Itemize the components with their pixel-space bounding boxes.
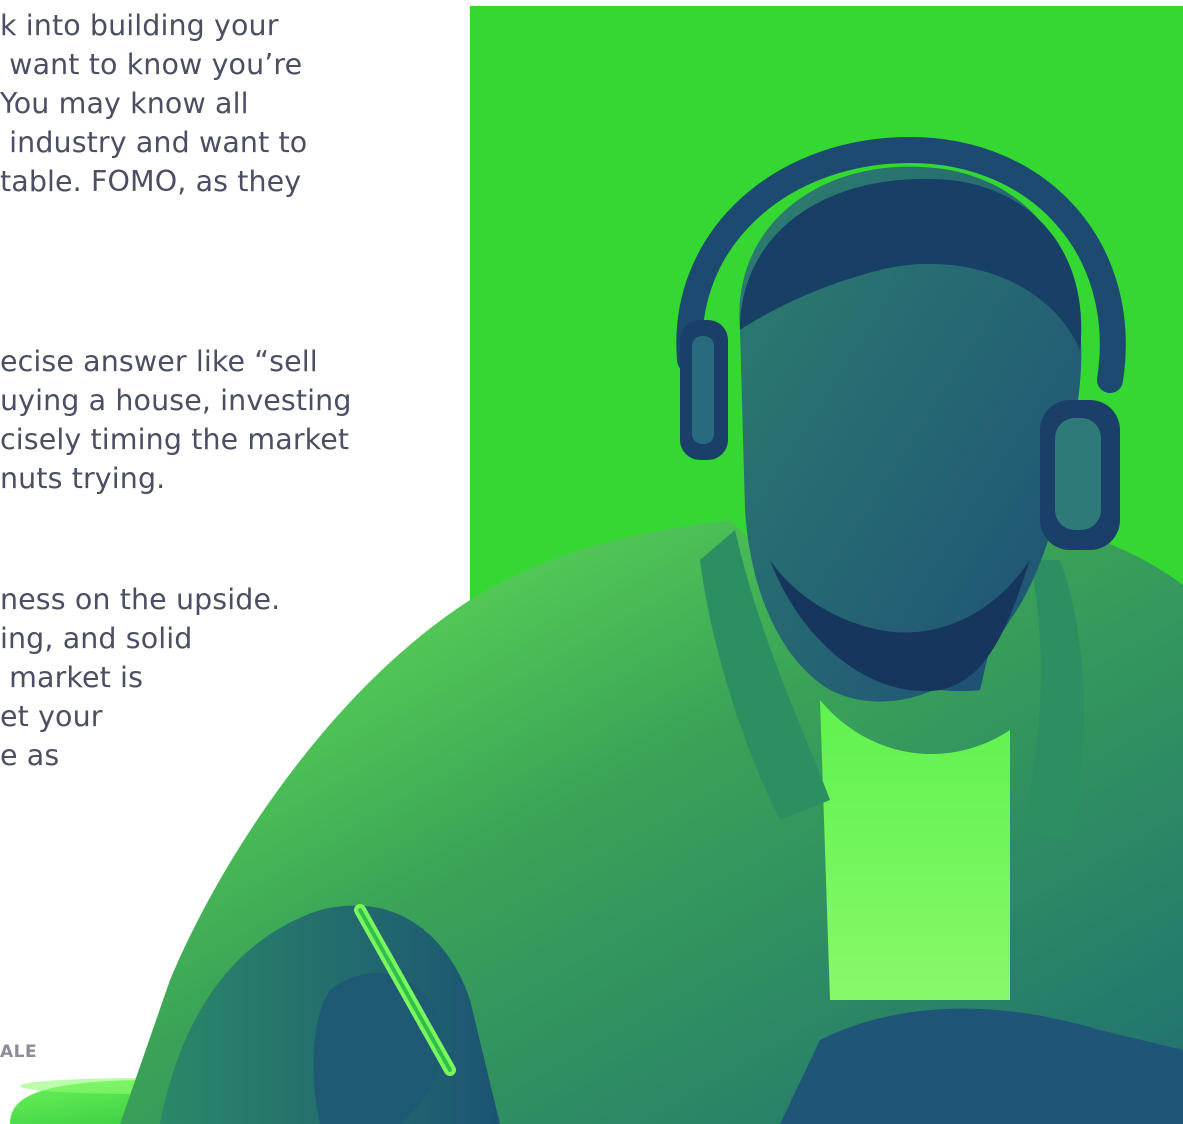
head-shape: [739, 166, 1082, 702]
article-line: You may know all: [0, 87, 249, 120]
article-line: ness on the upside.: [0, 583, 281, 616]
article-line: industry and want to: [0, 126, 308, 159]
article-line: ecise answer like “sell: [0, 345, 318, 378]
article-text-column: k into building your want to know you’re…: [0, 0, 470, 1124]
hero-background: [470, 6, 1183, 1124]
headphone-left-cup: [680, 320, 728, 460]
article-line: uying a house, investing: [0, 384, 352, 417]
article-line: et your: [0, 700, 103, 733]
article-line: cisely timing the market: [0, 423, 350, 456]
article-paragraph: k into building your want to know you’re…: [0, 6, 307, 201]
article-line: market is: [0, 661, 144, 694]
article-line: want to know you’re: [0, 48, 303, 81]
article-line: k into building your: [0, 9, 279, 42]
article-line: e as: [0, 739, 60, 772]
article-paragraph: ecise answer like “sell uying a house, i…: [0, 342, 352, 498]
article-paragraph: ness on the upside. ing, and solid marke…: [0, 580, 280, 775]
headphone-right-cup: [1040, 400, 1120, 550]
article-line: nuts trying.: [0, 462, 166, 495]
mug-illustration: [10, 1078, 270, 1124]
article-line: ing, and solid: [0, 622, 193, 655]
article-line: table. FOMO, as they: [0, 165, 302, 198]
section-label: ALE: [0, 1042, 38, 1062]
headphone-band: [676, 136, 1126, 393]
